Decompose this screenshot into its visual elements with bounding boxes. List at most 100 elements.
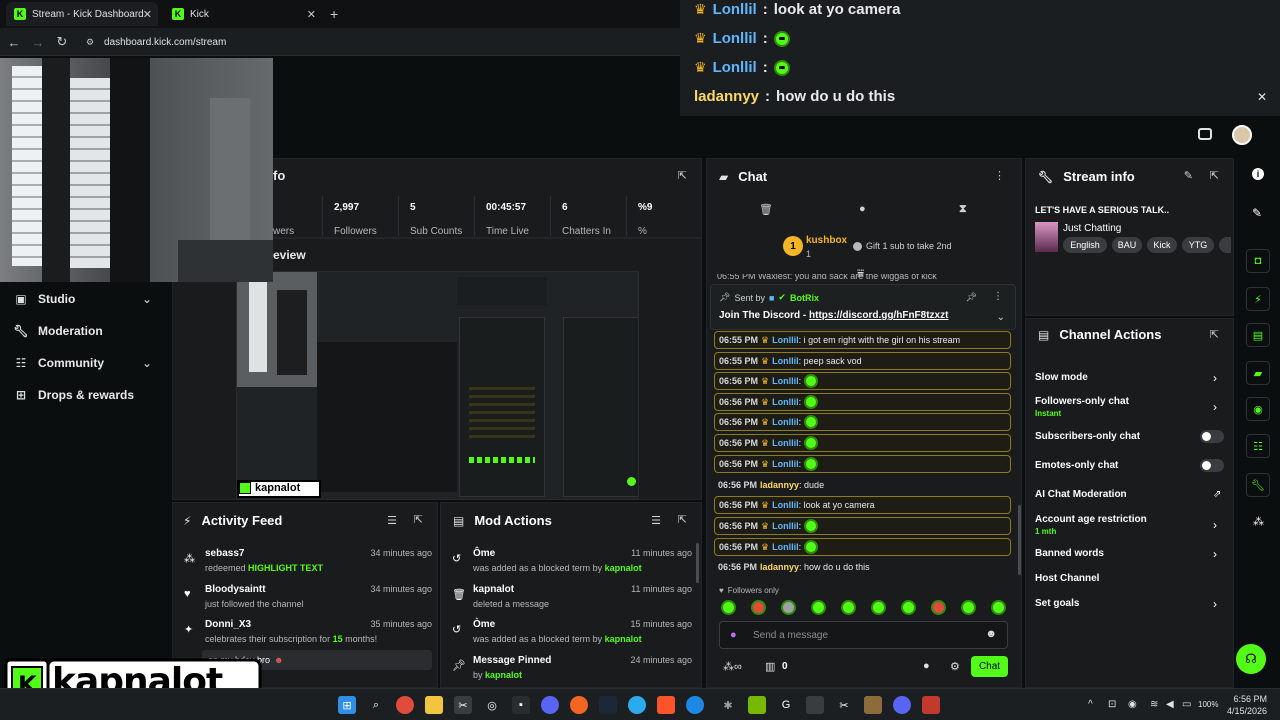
chevron-right-icon[interactable]: › — [1213, 371, 1217, 385]
popout-icon[interactable]: ⇱ — [678, 169, 687, 182]
sidebar-item-moderation[interactable]: 🔧︎ Moderation — [13, 324, 102, 338]
gifter-name[interactable]: kushbox — [806, 235, 847, 246]
back-icon[interactable]: ← — [6, 34, 22, 50]
popout-icon[interactable]: ⇱ — [1210, 328, 1219, 341]
capcut-icon[interactable]: ✂ — [454, 696, 472, 714]
close-tab-icon[interactable]: ✕ — [307, 8, 316, 21]
chat-message[interactable]: 06:56 PM ♛ Lonllil: — [714, 372, 1011, 390]
close-tab-icon[interactable]: ✕ — [143, 8, 152, 21]
avatar[interactable] — [1232, 125, 1252, 145]
app-icon[interactable] — [806, 696, 824, 714]
pinned-sender[interactable]: BotRix — [790, 293, 819, 303]
chevron-right-icon[interactable]: › — [1213, 518, 1217, 532]
wifi-icon[interactable]: ≋ — [1150, 699, 1158, 710]
chevron-right-icon[interactable]: › — [1213, 597, 1217, 611]
chat-message[interactable]: 06:56 PM ♛ Lonllil: — [714, 517, 1011, 535]
chat-message[interactable]: 06:56 PM ladannyy: dude — [714, 476, 1011, 494]
support-headset-button[interactable]: ☊ — [1236, 644, 1266, 674]
reload-icon[interactable]: ↻ — [54, 34, 70, 50]
unpin-icon[interactable]: 📌︎ — [966, 292, 977, 303]
chat-username[interactable]: ladannyy — [760, 562, 799, 572]
chat-bubble-icon[interactable]: ● — [923, 660, 930, 672]
xbox-icon[interactable]: ◎ — [483, 696, 501, 714]
activity-item[interactable]: ⁂ sebass7 redeemed HIGHLIGHT TEXT 34 minute… — [178, 548, 432, 573]
sidebar-item-studio[interactable]: ▣ Studio — [14, 292, 75, 306]
emote-picker-icon[interactable] — [841, 600, 856, 615]
new-tab-icon[interactable]: + — [330, 6, 338, 22]
stream-tag-overflow[interactable] — [1219, 237, 1231, 253]
rail-broadcast-icon[interactable]: ◉ — [1246, 397, 1270, 421]
chat-username[interactable]: Lonllil — [772, 376, 799, 386]
browser-tab-dashboard[interactable]: K Stream - Kick Dashboard ✕ — [6, 2, 158, 26]
chat-message[interactable]: 06:56 PM ♛ Lonllil: — [714, 393, 1011, 411]
mod-action-item[interactable]: ↺ Òme was added as a blocked term by kapna… — [446, 619, 692, 644]
chat-message[interactable]: 06:56 PM ♛ Lonllil: — [714, 434, 1011, 452]
file-explorer-icon[interactable] — [425, 696, 443, 714]
close-overlay-icon[interactable]: ✕ — [1257, 90, 1267, 104]
chat-username[interactable]: Lonllil — [772, 521, 799, 531]
nvidia-icon[interactable] — [748, 696, 766, 714]
popout-icon[interactable]: ⇱ — [678, 513, 687, 526]
stream-tag[interactable]: English — [1063, 237, 1107, 253]
mod-action-by[interactable]: kapnalot — [485, 670, 522, 680]
stream-tag[interactable]: YTG — [1182, 237, 1214, 253]
app-icon[interactable]: ✱ — [719, 696, 737, 714]
rail-wrench-icon[interactable]: 🔧︎ — [1246, 473, 1270, 497]
emote-picker-icon[interactable] — [781, 600, 796, 615]
chat-username[interactable]: ladannyy — [760, 480, 799, 490]
epic-games-icon[interactable]: ▪ — [512, 696, 530, 714]
chat-scrollbar[interactable] — [1018, 505, 1021, 575]
toggle-switch[interactable] — [1200, 430, 1224, 443]
chat-message[interactable]: 06:55 PM ♛ Lonllil: peep sack vod — [714, 352, 1011, 370]
kebab-menu-icon[interactable]: ⋮ — [993, 291, 1003, 302]
chat-username[interactable]: Lonllil — [772, 397, 799, 407]
channel-action-item[interactable]: Account age restriction 1 mth — [1035, 514, 1147, 536]
edit-pencil-icon[interactable]: ✎ — [1252, 206, 1262, 220]
search-icon[interactable]: ⌕ — [367, 696, 385, 714]
camera-icon[interactable] — [1198, 128, 1212, 140]
tray-icon[interactable]: ⊡ — [1108, 699, 1116, 710]
chat-message[interactable]: 06:56 PM ♛ Lonllil: — [714, 538, 1011, 556]
telegram-icon[interactable] — [628, 696, 646, 714]
stream-preview-video[interactable]: kapnalot — [236, 271, 639, 500]
emote-picker-icon[interactable] — [961, 600, 976, 615]
volume-icon[interactable]: ◀ — [1166, 699, 1174, 710]
chat-message[interactable]: 06:56 PM ♛ Lonllil: look at yo camera — [714, 496, 1011, 514]
minecraft-icon[interactable] — [864, 696, 882, 714]
stream-tag[interactable]: BAU — [1112, 237, 1142, 253]
brave-icon[interactable] — [657, 696, 675, 714]
chat-username[interactable]: Lonllil — [772, 356, 799, 366]
battery-icon[interactable]: ▭ — [1182, 699, 1191, 710]
steam-icon[interactable] — [599, 696, 617, 714]
rail-camera-icon[interactable]: ◘ — [1246, 249, 1270, 273]
chat-username[interactable]: Lonllil — [772, 335, 799, 345]
channel-points-icon[interactable]: ⁂∞ — [723, 660, 742, 673]
emoji-icon[interactable]: ☻ — [985, 628, 997, 640]
chat-message[interactable]: 06:56 PM ladannyy: how do u do this — [714, 558, 1011, 576]
trash-icon[interactable]: 🗑︎ — [759, 203, 773, 216]
chat-username[interactable]: ladannyy — [694, 88, 759, 105]
filter-icon[interactable]: ☰ — [387, 514, 397, 527]
channel-action-item[interactable]: Host Channel — [1035, 573, 1099, 584]
chat-username[interactable]: Lonllil — [772, 500, 799, 510]
chat-username[interactable]: Lonllil — [713, 1, 757, 18]
browser-tab-kick[interactable]: K Kick ✕ — [164, 2, 322, 26]
app-icon[interactable] — [893, 696, 911, 714]
rail-bolt-icon[interactable]: ⚡︎ — [1246, 287, 1270, 311]
channel-action-item[interactable]: Subscribers-only chat — [1035, 431, 1140, 442]
chat-username[interactable]: Lonllil — [772, 438, 799, 448]
stream-tag[interactable]: Kick — [1147, 237, 1177, 253]
channel-action-item[interactable]: Slow mode — [1035, 372, 1088, 383]
chat-username[interactable]: Lonllil — [713, 30, 757, 47]
mod-action-item[interactable]: 📌︎ Message Pinned by kapnalot 24 minutes ag… — [446, 655, 692, 680]
windows-start-icon[interactable]: ⊞ — [338, 696, 356, 714]
emote-picker-icon[interactable] — [871, 600, 886, 615]
rail-document-icon[interactable]: ▤ — [1246, 323, 1270, 347]
toggle-switch[interactable] — [1200, 459, 1224, 472]
external-link-icon[interactable]: ⇗ — [1213, 489, 1221, 500]
chat-username[interactable]: Lonllil — [772, 417, 799, 427]
mic-icon[interactable]: ● — [730, 629, 737, 641]
channel-action-item[interactable]: Emotes-only chat — [1035, 460, 1118, 471]
tray-chevron-icon[interactable]: ^ — [1088, 699, 1093, 710]
discord-icon[interactable] — [541, 696, 559, 714]
